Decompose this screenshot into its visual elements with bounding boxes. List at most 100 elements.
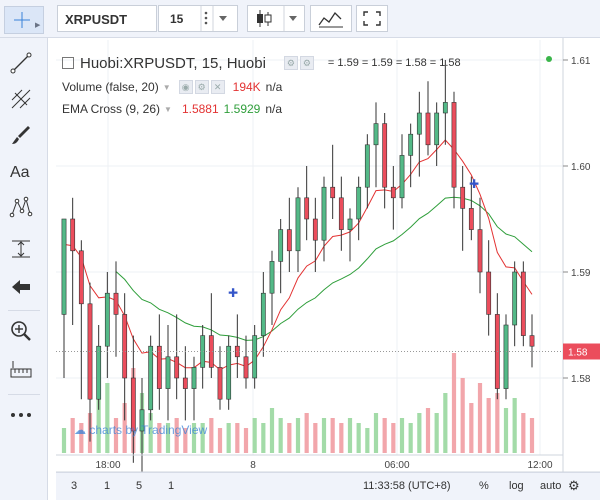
candle — [382, 113, 388, 209]
candle-body — [78, 250, 84, 305]
candle-body — [330, 186, 336, 199]
candle-body — [321, 186, 327, 241]
candle — [104, 272, 110, 378]
candle — [234, 314, 240, 378]
candle-body — [217, 367, 223, 400]
crossover-marker: ✚ — [228, 286, 238, 300]
candle-body — [113, 292, 119, 315]
volume-bar — [339, 423, 344, 453]
gear-icon[interactable]: ⚙ — [568, 478, 580, 494]
candle-body — [373, 123, 379, 146]
gear-icon[interactable]: ⚙ — [299, 56, 314, 70]
volume-bar — [373, 413, 379, 453]
range-button-1y[interactable]: 1 — [168, 480, 174, 492]
volume-bar — [391, 423, 396, 453]
range-button-3d[interactable]: 3 — [71, 480, 77, 492]
range-button-1m[interactable]: 1 — [104, 480, 110, 492]
volume-na: n/a — [265, 80, 283, 94]
candle — [226, 335, 232, 410]
volume-bar — [512, 398, 517, 453]
candle-body — [191, 367, 197, 389]
status-dot — [546, 56, 552, 62]
candle-body — [512, 271, 518, 326]
candle — [486, 240, 492, 336]
volume-bar — [425, 408, 431, 453]
log-toggle[interactable]: log — [509, 480, 524, 492]
candle-body — [165, 356, 171, 389]
candle-body — [486, 271, 492, 315]
volume-bar — [503, 408, 509, 453]
candle — [96, 325, 102, 410]
chart-legend: Huobi:XRPUSDT, 15, Huobi ⚙ ⚙ = 1.59 = 1.… — [62, 50, 461, 120]
candle — [70, 197, 76, 325]
ohlc-values: = 1.59 = 1.59 = 1.58 = 1.58 — [327, 57, 461, 69]
candle-body — [286, 229, 292, 252]
candle-body — [338, 197, 344, 230]
candle — [200, 325, 206, 389]
tradingview-watermark[interactable]: ☁ charts by TradingView — [74, 423, 207, 437]
auto-toggle[interactable]: auto — [540, 480, 561, 492]
price-tick-label: 1.60 — [571, 162, 591, 173]
close-icon[interactable]: ✕ — [210, 80, 225, 94]
candle-body — [200, 335, 206, 368]
candle-body — [347, 218, 353, 230]
volume-bar — [261, 423, 266, 453]
candle — [399, 134, 405, 209]
candle — [269, 250, 275, 325]
candle-body — [520, 271, 526, 336]
eye-icon[interactable]: ◉ — [178, 80, 193, 94]
percent-toggle[interactable]: % — [479, 480, 489, 492]
candle — [520, 261, 526, 347]
price-tick-label: 1.61 — [571, 56, 591, 67]
volume-bar — [486, 398, 491, 453]
volume-bar — [347, 418, 353, 453]
volume-value: 194K — [232, 80, 261, 94]
candle-body — [529, 335, 535, 347]
candle — [304, 166, 310, 241]
volume-bar — [521, 413, 526, 453]
range-button-5d[interactable]: 5 — [136, 480, 142, 492]
settings-icon[interactable]: ⚙ — [194, 80, 209, 94]
collapse-icon[interactable] — [62, 57, 74, 69]
candle-body — [390, 186, 396, 199]
candle — [312, 197, 318, 272]
candle-body — [460, 186, 466, 209]
volume-bar — [235, 423, 240, 453]
volume-bar — [356, 423, 361, 453]
volume-bar — [209, 418, 214, 453]
candle — [390, 166, 396, 230]
candle — [494, 293, 500, 400]
candle-body — [182, 377, 188, 389]
candle-body — [61, 218, 67, 315]
volume-bar — [295, 418, 301, 453]
volume-bar — [451, 353, 457, 453]
cloud-icon: ☁ — [74, 423, 86, 437]
ema-slow-value: 1.5929 — [223, 102, 261, 116]
candle-body — [96, 345, 102, 400]
candle-body — [356, 186, 362, 220]
candle — [278, 219, 284, 294]
settings-icon[interactable]: ⚙ — [283, 56, 298, 70]
candle-body — [156, 345, 162, 389]
volume-bar — [365, 428, 370, 453]
clock: 11:33:58 (UTC+8) — [363, 480, 451, 492]
price-tick-label: 1.58 — [571, 374, 591, 385]
chevron-down-icon[interactable]: ▼ — [164, 105, 172, 114]
candle — [61, 218, 67, 378]
volume-bar — [443, 393, 448, 453]
candle — [347, 208, 353, 262]
volume-bar — [460, 378, 465, 453]
time-tick-label: 06:00 — [384, 460, 409, 471]
volume-bar — [417, 413, 422, 453]
ema-na: n/a — [265, 102, 283, 116]
volume-bar — [408, 423, 413, 453]
volume-bar — [252, 418, 257, 453]
candle — [286, 197, 292, 272]
chevron-down-icon[interactable]: ▼ — [163, 83, 171, 92]
volume-bar — [469, 403, 474, 453]
candle — [217, 346, 223, 410]
volume-indicator-label[interactable]: Volume (false, 20) — [62, 80, 159, 94]
ema-indicator-label[interactable]: EMA Cross (9, 26) — [62, 102, 160, 116]
volume-bar — [217, 428, 223, 453]
candle-body — [477, 229, 483, 273]
